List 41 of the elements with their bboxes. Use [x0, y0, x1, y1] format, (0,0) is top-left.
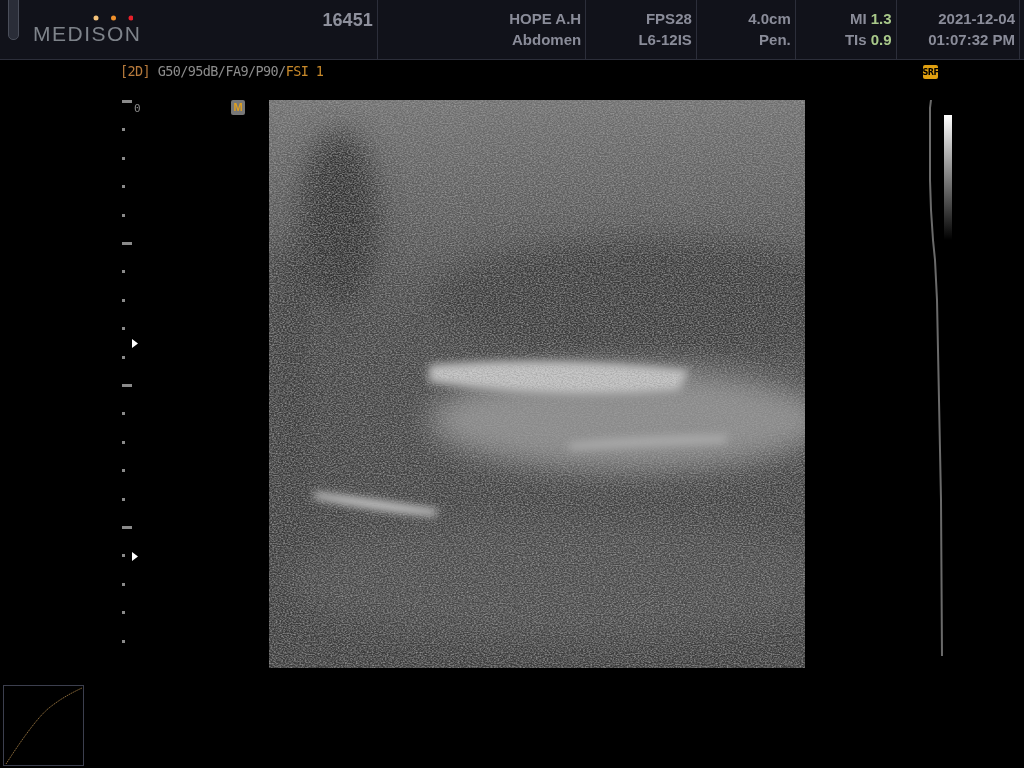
focus-marker-icon[interactable] — [132, 339, 138, 348]
mechanical-index-label: MI — [849, 10, 868, 27]
frequency-mode: Pen. — [759, 32, 791, 48]
minor-tick — [122, 412, 125, 416]
major-tick — [122, 100, 132, 103]
logo-dots-icon — [93, 14, 133, 22]
thermal-index-label: TIs — [844, 31, 868, 48]
minor-tick — [122, 298, 125, 302]
minor-tick — [122, 355, 125, 359]
image-depth: 4.0cm — [748, 11, 791, 27]
minor-tick — [122, 185, 125, 189]
major-tick — [122, 242, 132, 245]
minor-tick — [122, 497, 125, 501]
brand-logo-text: MEDISON — [33, 22, 142, 46]
minor-tick — [122, 327, 125, 331]
thermal-index-value: 0.9 — [870, 31, 892, 48]
exam-date: 2021-12-04 — [938, 11, 1015, 27]
minor-tick — [122, 440, 125, 444]
exam-preset: Abdomen — [512, 32, 582, 48]
patient-name: HOPE A.H — [509, 11, 582, 27]
minor-tick — [122, 213, 125, 217]
exam-id: 16451 — [322, 10, 373, 31]
minor-tick — [122, 156, 125, 160]
frame-rate: FPS28 — [645, 11, 692, 27]
minor-tick — [122, 582, 125, 586]
focus-marker-icon[interactable] — [132, 552, 138, 561]
srf-badge: SRF — [923, 65, 938, 79]
minor-tick — [122, 469, 125, 473]
minor-tick — [122, 611, 125, 615]
marker-badge: M — [231, 100, 245, 115]
probe-name: L6-12IS — [638, 32, 692, 48]
minor-tick — [122, 554, 125, 558]
minor-tick — [122, 128, 125, 132]
minor-tick — [122, 639, 125, 643]
minor-tick — [122, 270, 125, 274]
mechanical-index-value: 1.3 — [870, 10, 892, 27]
exam-time: 01:07:32 PM — [928, 32, 1015, 48]
imaging-parameters: [2D] G50/95dB/FA9/P90/FSI 1 — [120, 63, 324, 79]
major-tick — [122, 526, 132, 529]
major-tick — [122, 384, 132, 387]
depth-zero-label: 0 — [134, 102, 141, 115]
